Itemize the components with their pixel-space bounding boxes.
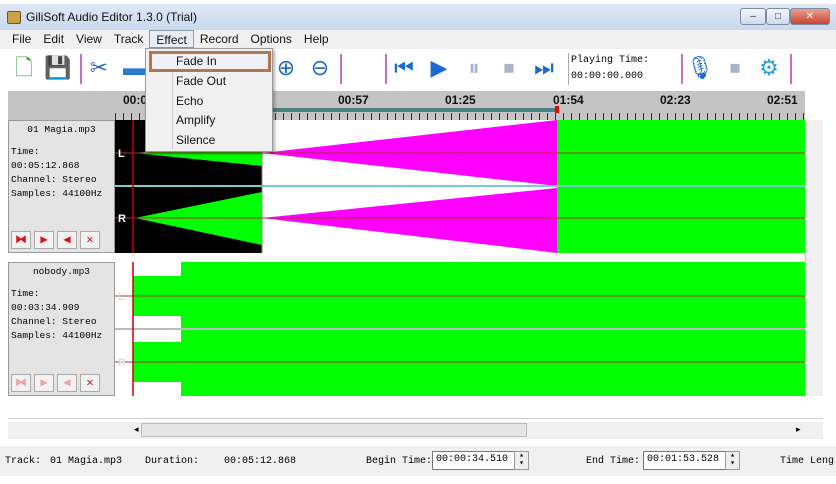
scrollbar-thumb[interactable] (141, 423, 527, 437)
ruler-label: 01:54 (553, 93, 584, 107)
play-track-button[interactable]: ▶ (34, 374, 54, 392)
playing-time: Playing Time: 00:00:00.000 (568, 53, 649, 85)
ruler-label: 02:23 (660, 93, 691, 107)
zoom-out-icon[interactable]: ⊖ (306, 53, 334, 83)
trim-button[interactable]: ⧓ (11, 231, 31, 249)
menu-file[interactable]: File (6, 30, 37, 48)
menu-track[interactable]: Track (108, 30, 150, 48)
selection-end-marker[interactable] (555, 106, 559, 113)
separator (340, 54, 342, 84)
window-title: GiliSoft Audio Editor 1.3.0 (Trial) (26, 10, 197, 24)
ruler-label: 01:25 (445, 93, 476, 107)
save-icon[interactable]: 💾 (44, 53, 72, 83)
separator (80, 54, 82, 84)
zoom-in-icon[interactable]: ⊕ (272, 53, 300, 83)
track-label: Track: (5, 456, 42, 467)
delete-track-button[interactable]: ✕ (80, 374, 100, 392)
skip-end-icon[interactable]: ⏭ (530, 53, 558, 83)
stop-icon[interactable]: ⏹ (495, 53, 523, 83)
record-stop-icon[interactable]: ⏹ (721, 53, 749, 83)
track-channel: Channel: Stereo (11, 174, 97, 185)
menu-item-fade-out[interactable]: Fade Out (176, 74, 226, 88)
duration-value: 00:05:12.868 (224, 456, 297, 467)
track-name: 01 Magia.mp3 (27, 124, 96, 135)
menu-item-amplify[interactable]: Amplify (176, 113, 215, 127)
menu-bar: File Edit View Track Effect Record Optio… (0, 30, 836, 49)
menu-help[interactable]: Help (298, 30, 335, 48)
menu-view[interactable]: View (70, 30, 108, 48)
selection-range-bar[interactable] (262, 108, 557, 112)
separator (790, 54, 792, 84)
separator (385, 54, 387, 84)
ruler-label: 00:57 (338, 93, 369, 107)
vertical-scrollbar[interactable] (805, 120, 823, 396)
settings-gear-icon[interactable]: ⚙ (755, 53, 783, 83)
new-file-icon[interactable]: 🗋 (10, 53, 38, 83)
track-info-panel[interactable]: nobody.mp3 Time: 00:03:34.909 Channel: S… (8, 262, 115, 396)
end-time-input[interactable]: 00:01:53.528 (643, 451, 735, 470)
close-button[interactable]: ✕ (790, 8, 830, 25)
minimize-button[interactable]: ‒ (740, 8, 766, 25)
end-time-label: End Time: (586, 456, 641, 467)
reverse-button[interactable]: ◀ (57, 231, 77, 249)
track-name: nobody.mp3 (32, 266, 90, 277)
time-length-label: Time Leng (780, 456, 835, 467)
scroll-left-arrow[interactable]: ◂ (134, 424, 139, 435)
track-samples: Samples: 44100Hz (11, 188, 103, 199)
microphone-icon[interactable]: 🎙 (686, 53, 714, 83)
channel-label-right: R (118, 357, 126, 369)
play-track-button[interactable]: ▶ (34, 231, 54, 249)
begin-time-spinner[interactable]: ▴ ▾ (514, 451, 529, 470)
menu-item-fade-in[interactable]: Fade In (176, 54, 217, 68)
status-bar: Track: 01 Magia.mp3 Duration: 00:05:12.8… (0, 446, 836, 476)
track-area-spacer (8, 397, 823, 419)
track-time: Time: 00:05:12.868 (11, 146, 80, 171)
end-time-spinner[interactable]: ▴ ▾ (725, 451, 740, 470)
menu-options[interactable]: Options (245, 30, 298, 48)
channel-label-left: L (118, 148, 125, 160)
title-bar: GiliSoft Audio Editor 1.3.0 (Trial) ‒ □ … (0, 4, 836, 30)
track-time: Time: 00:03:34.909 (11, 288, 80, 313)
track-samples: Samples: 44100Hz (11, 330, 103, 341)
skip-start-icon[interactable]: ⏮ (390, 53, 418, 83)
maximize-button[interactable]: □ (766, 8, 790, 25)
app-icon (7, 11, 21, 24)
menu-item-silence[interactable]: Silence (176, 133, 215, 147)
delete-track-button[interactable]: ✕ (80, 231, 100, 249)
ruler-label: 02:51 (767, 93, 798, 107)
begin-time-input[interactable]: 00:00:34.510 (432, 451, 524, 470)
menu-effect[interactable]: Effect (149, 30, 194, 48)
open-folder-icon[interactable]: ▬ (120, 53, 148, 83)
scroll-right-arrow[interactable]: ▸ (796, 424, 801, 435)
play-icon[interactable]: ▶ (425, 53, 453, 83)
timeline-ruler[interactable]: 00:00 00:57 01:25 01:54 02:23 02:51 (8, 91, 805, 121)
reverse-button[interactable]: ◀ (57, 374, 77, 392)
playing-time-label: Playing Time: (571, 55, 650, 66)
toolbar: 🗋 💾 ✂ ▬ ⊕ ⊖ ⏮ ▶ ⏸ ⏹ ⏭ Playing Time: 00:0… (0, 49, 836, 89)
menu-item-echo[interactable]: Echo (176, 94, 203, 108)
channel-label-right: R (118, 213, 126, 225)
playing-time-value: 00:00:00.000 (571, 71, 644, 82)
menu-record[interactable]: Record (194, 30, 245, 48)
pause-icon[interactable]: ⏸ (460, 53, 488, 83)
menu-edit[interactable]: Edit (37, 30, 70, 48)
begin-time-label: Begin Time: (366, 456, 433, 467)
channel-label-left: L (118, 291, 125, 303)
track-channel: Channel: Stereo (11, 316, 97, 327)
waveform-track-2[interactable]: L R (115, 262, 805, 396)
effect-dropdown-menu: Fade In Fade Out Echo Amplify Silence (145, 48, 273, 152)
cut-icon[interactable]: ✂ (85, 53, 113, 83)
duration-label: Duration: (145, 456, 200, 467)
horizontal-scrollbar[interactable]: ◂ ▸ (8, 422, 823, 439)
track-value: 01 Magia.mp3 (50, 456, 123, 467)
trim-button[interactable]: ⧓ (11, 374, 31, 392)
separator (681, 54, 683, 84)
track-info-panel[interactable]: 01 Magia.mp3 Time: 00:05:12.868 Channel:… (8, 120, 115, 253)
